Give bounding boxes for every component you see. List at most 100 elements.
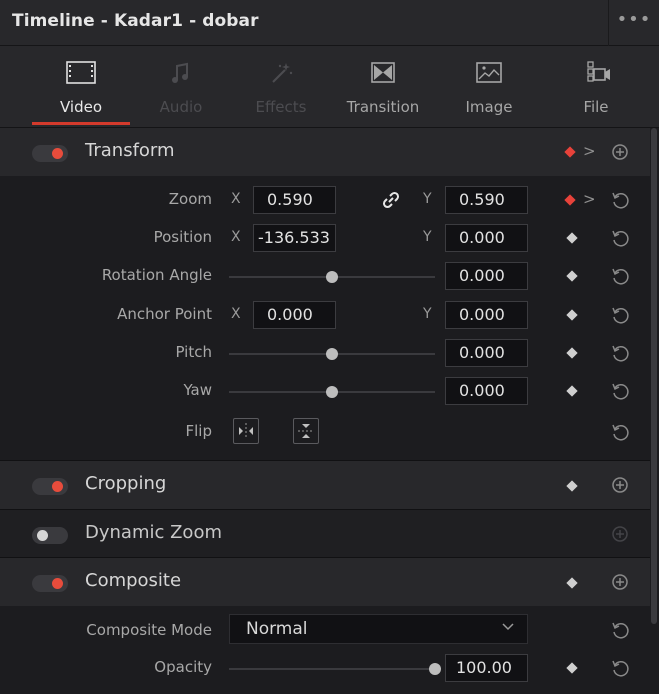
rotation-reset-icon[interactable] <box>610 266 630 286</box>
flip-horizontal-icon <box>239 423 253 439</box>
zoom-y-field[interactable]: 0.590 <box>445 186 528 214</box>
pitch-slider-handle[interactable] <box>326 348 338 360</box>
opacity-keyframe-icon[interactable] <box>566 662 578 674</box>
pitch-label: Pitch <box>175 343 212 361</box>
rotation-field[interactable]: 0.000 <box>445 262 528 290</box>
keyframe-next-icon[interactable]: > <box>583 142 596 160</box>
toggle-knob <box>52 481 63 492</box>
yaw-keyframe-icon[interactable] <box>566 385 578 397</box>
toggle-knob <box>37 530 48 541</box>
pitch-reset-icon[interactable] <box>610 343 630 363</box>
zoom-label: Zoom <box>168 190 212 208</box>
flip-label: Flip <box>185 422 212 440</box>
magic-wand-icon <box>272 63 293 83</box>
cropping-title: Cropping <box>85 473 167 494</box>
composite-toggle[interactable] <box>32 575 68 592</box>
tab-image-label: Image <box>465 98 513 116</box>
options-menu-button[interactable]: ••• <box>614 6 654 38</box>
composite-reset-all-icon[interactable] <box>610 572 630 592</box>
film-frame-icon <box>66 61 96 84</box>
rotation-slider-handle[interactable] <box>326 271 338 283</box>
cropping-reset-icon[interactable] <box>610 475 630 495</box>
link-icon[interactable] <box>381 190 401 210</box>
title-divider <box>608 0 609 46</box>
zoom-keyframe-next-icon[interactable]: > <box>583 190 596 208</box>
anchor-y-axis: Y <box>423 306 432 322</box>
flip-reset-icon[interactable] <box>610 422 630 442</box>
anchor-x-axis: X <box>231 306 241 322</box>
tab-effects-label: Effects <box>255 98 307 116</box>
cropping-keyframe-icon[interactable] <box>566 480 578 492</box>
anchor-keyframe-icon[interactable] <box>566 309 578 321</box>
pitch-field[interactable]: 0.000 <box>445 339 528 367</box>
tab-file[interactable]: File <box>546 46 646 128</box>
tab-effects[interactable]: Effects <box>231 46 331 128</box>
flip-vertical-button[interactable] <box>293 418 319 444</box>
composite-keyframe-icon[interactable] <box>566 577 578 589</box>
active-tab-underline <box>32 122 130 125</box>
bowtie-transition-icon <box>371 62 395 83</box>
zoom-x-field[interactable]: 0.590 <box>253 186 336 214</box>
anchor-x-field[interactable]: 0.000 <box>253 301 336 329</box>
pitch-keyframe-icon[interactable] <box>566 347 578 359</box>
zoom-reset-icon[interactable] <box>610 190 630 210</box>
opacity-reset-icon[interactable] <box>610 658 630 678</box>
transform-header[interactable]: Transform > <box>0 128 650 176</box>
rotation-keyframe-icon[interactable] <box>566 270 578 282</box>
toggle-knob <box>52 148 63 159</box>
tab-image[interactable]: Image <box>439 46 539 128</box>
zoom-x-axis: X <box>231 191 241 207</box>
dynamic-zoom-title: Dynamic Zoom <box>85 522 222 543</box>
yaw-label: Yaw <box>183 381 212 399</box>
zoom-keyframe-icon[interactable] <box>564 194 576 206</box>
vertical-scrollbar[interactable] <box>650 128 659 694</box>
position-keyframe-icon[interactable] <box>566 232 578 244</box>
composite-title: Composite <box>85 570 182 591</box>
position-reset-icon[interactable] <box>610 228 630 248</box>
tab-transition[interactable]: Transition <box>333 46 433 128</box>
position-label: Position <box>153 228 212 246</box>
anchor-y-field[interactable]: 0.000 <box>445 301 528 329</box>
flip-vertical-icon <box>298 424 314 438</box>
keyframe-diamond-icon[interactable] <box>564 146 576 158</box>
tab-audio[interactable]: Audio <box>131 46 231 128</box>
opacity-label: Opacity <box>154 658 212 676</box>
composite-mode-value: Normal <box>246 619 308 639</box>
tab-video[interactable]: Video <box>31 46 131 128</box>
reset-all-icon[interactable] <box>610 142 630 162</box>
chevron-down-icon <box>502 623 514 631</box>
opacity-slider-handle[interactable] <box>429 663 441 675</box>
position-y-field[interactable]: 0.000 <box>445 224 528 252</box>
window-title: Timeline - Kadar1 - dobar <box>12 11 259 31</box>
yaw-slider[interactable] <box>229 386 435 398</box>
composite-header[interactable]: Composite <box>0 558 650 606</box>
toggle-knob <box>52 578 63 589</box>
inspector-content: Transform > Zoom X 0.590 Y 0.590 > Posit… <box>0 128 650 694</box>
pitch-slider[interactable] <box>229 348 435 360</box>
yaw-field[interactable]: 0.000 <box>445 377 528 405</box>
transform-toggle[interactable] <box>32 145 68 162</box>
dynamic-zoom-reset-icon <box>612 526 628 542</box>
rotation-slider[interactable] <box>229 271 435 283</box>
dynamic-zoom-toggle[interactable] <box>32 527 68 544</box>
composite-mode-reset-icon[interactable] <box>610 620 630 640</box>
opacity-field[interactable]: 100.00 <box>445 654 528 682</box>
position-y-axis: Y <box>423 229 432 245</box>
anchor-reset-icon[interactable] <box>610 305 630 325</box>
yaw-reset-icon[interactable] <box>610 381 630 401</box>
tab-file-label: File <box>583 98 609 116</box>
cropping-header[interactable]: Cropping <box>0 461 650 509</box>
opacity-slider[interactable] <box>229 663 441 675</box>
zoom-y-axis: Y <box>423 191 432 207</box>
inspector-tabs: Video Audio Effects Transition Image Fil… <box>0 46 659 128</box>
tab-audio-label: Audio <box>159 98 203 116</box>
position-x-axis: X <box>231 229 241 245</box>
dynamic-zoom-header[interactable]: Dynamic Zoom <box>0 510 650 558</box>
composite-mode-label: Composite Mode <box>86 621 212 639</box>
cropping-toggle[interactable] <box>32 478 68 495</box>
composite-mode-dropdown[interactable]: Normal <box>229 614 528 644</box>
position-x-field[interactable]: -136.533 <box>253 224 336 252</box>
flip-horizontal-button[interactable] <box>233 418 259 444</box>
scrollbar-thumb[interactable] <box>651 128 657 624</box>
yaw-slider-handle[interactable] <box>326 386 338 398</box>
